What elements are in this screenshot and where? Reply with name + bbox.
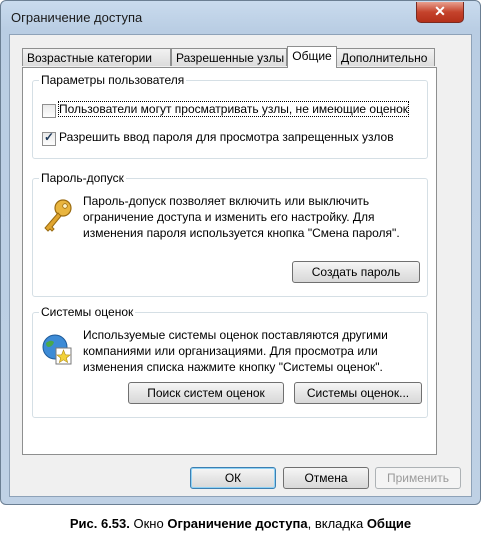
ok-button[interactable]: ОК bbox=[190, 467, 276, 489]
tab-label: Разрешенные узлы bbox=[176, 51, 285, 65]
tab-label: Дополнительно bbox=[341, 51, 428, 65]
tab-general[interactable]: Общие bbox=[287, 46, 337, 68]
tab-panel-general: Параметры пользователя Пользователи могу… bbox=[22, 67, 437, 455]
rating-text-line: изменения списка нажмите кнопку "Системы… bbox=[83, 360, 383, 374]
rating-text-line: Используемые системы оценок поставляются… bbox=[83, 328, 388, 342]
allow-unrated-label[interactable]: Пользователи могут просматривать узлы, н… bbox=[57, 101, 410, 117]
password-group: Пароль-допуск Пароль-допуск позволяет вк… bbox=[32, 171, 428, 297]
tab-age-categories[interactable]: Возрастные категории bbox=[22, 48, 171, 66]
rating-systems-group: Системы оценок Используемые системы оцен… bbox=[32, 305, 428, 418]
tab-allowed-sites[interactable]: Разрешенные узлы bbox=[171, 48, 287, 66]
allow-password-label[interactable]: Разрешить ввод пароля для просмотра запр… bbox=[59, 130, 394, 144]
user-settings-title: Параметры пользователя bbox=[39, 73, 187, 87]
tab-label: Возрастные категории bbox=[27, 51, 152, 65]
caption-text: Окно bbox=[133, 516, 164, 531]
password-text-line: ограничение доступа и изменить его настр… bbox=[83, 210, 375, 224]
close-button[interactable]: ✕ bbox=[416, 2, 464, 23]
user-settings-group: Параметры пользователя Пользователи могу… bbox=[32, 73, 428, 159]
apply-button[interactable]: Применить bbox=[375, 467, 461, 489]
rating-systems-description: Используемые системы оценок поставляются… bbox=[83, 327, 423, 375]
cancel-button[interactable]: Отмена bbox=[283, 467, 369, 489]
caption-figure-number: Рис. 6.53. bbox=[69, 516, 130, 531]
key-icon bbox=[44, 199, 72, 232]
tab-advanced[interactable]: Дополнительно bbox=[336, 48, 435, 66]
password-title: Пароль-допуск bbox=[39, 171, 126, 185]
title-bar[interactable]: Ограничение доступа ✕ bbox=[1, 1, 480, 33]
globe-certificate-icon bbox=[42, 334, 72, 365]
dialog-client-area: Возрастные категории Разрешенные узлы Об… bbox=[9, 34, 472, 497]
caption-window-name: Ограничение доступа bbox=[167, 516, 308, 531]
password-text-line: изменения пароля используется кнопка "См… bbox=[83, 226, 400, 240]
rating-systems-button[interactable]: Системы оценок... bbox=[294, 382, 422, 404]
rating-text-line: компаниями или организациями. Для просмо… bbox=[83, 344, 378, 358]
find-rating-systems-button[interactable]: Поиск систем оценок bbox=[128, 382, 284, 404]
password-description: Пароль-допуск позволяет включить или вык… bbox=[83, 193, 423, 241]
caption-text-tab: , вкладка bbox=[307, 516, 364, 531]
rating-systems-title: Системы оценок bbox=[39, 305, 136, 319]
password-text-line: Пароль-допуск позволяет включить или вык… bbox=[83, 194, 370, 208]
tab-label: Общие bbox=[292, 49, 332, 63]
allow-unrated-checkbox[interactable] bbox=[42, 104, 56, 118]
dialog-window: Ограничение доступа ✕ Возрастные категор… bbox=[0, 0, 481, 505]
allow-password-checkbox[interactable] bbox=[42, 130, 56, 146]
figure-caption: Рис. 6.53. Окно Ограничение доступа, вкл… bbox=[0, 516, 481, 531]
window-title: Ограничение доступа bbox=[11, 10, 143, 25]
create-password-button[interactable]: Создать пароль bbox=[292, 261, 420, 283]
close-icon: ✕ bbox=[434, 3, 446, 19]
caption-tab-name: Общие bbox=[366, 516, 412, 531]
